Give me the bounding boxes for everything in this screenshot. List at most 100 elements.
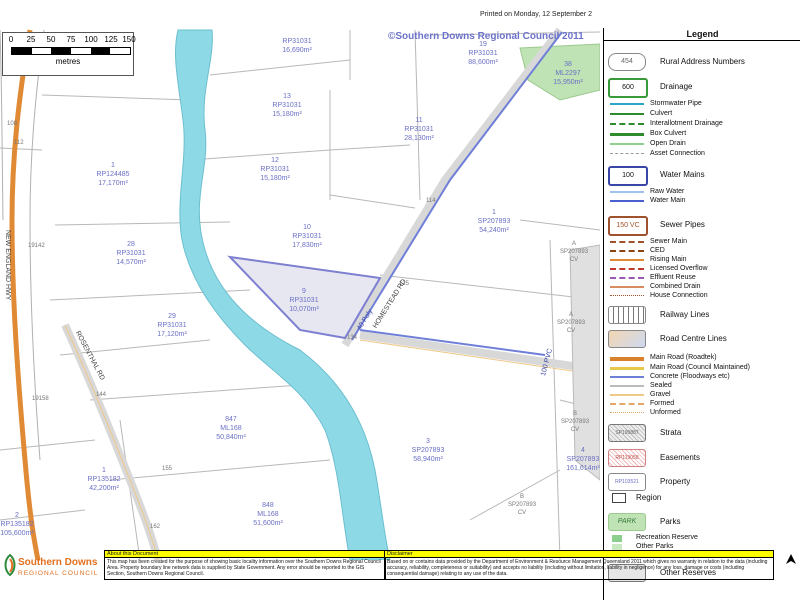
lot-label: 11 RP31031 28,130m² <box>404 117 434 142</box>
legend-heading: Parks <box>660 517 681 526</box>
legend-item: Formed <box>650 400 675 407</box>
legend-item: Main Road (Roadtek) <box>650 354 717 361</box>
about-title: About this Document <box>105 551 385 558</box>
legend-swatch-text: RP103521 <box>615 479 639 485</box>
scale-tick: 125 <box>104 35 118 44</box>
disclaimer-box: Disclaimer Based on or contains data pro… <box>384 550 774 580</box>
lot-label: 38 ML2297 15,950m² <box>553 61 583 86</box>
road-label-new-england-hwy: NEW ENGLAND HWY <box>4 230 11 301</box>
legend-item: Licensed Overflow <box>650 265 708 272</box>
cv-label: B SP207893 CV <box>508 494 537 516</box>
legend-item: Main Road (Council Maintained) <box>650 364 750 371</box>
legend-item: Effluent Reuse <box>650 274 696 281</box>
scale-tick: 25 <box>26 35 36 44</box>
legend-item: CED <box>650 247 665 254</box>
cv-label: A SP207893 CV <box>557 312 586 334</box>
legend-swatch-text: 100 <box>622 172 634 179</box>
legend-heading: Strata <box>660 428 682 437</box>
legend-swatch-text: PARK <box>617 518 637 525</box>
scale-tick: 100 <box>84 35 98 44</box>
legend-item: Stormwater Pipe <box>650 100 702 107</box>
address-number: 112 <box>14 140 24 146</box>
scale-tick: 150 <box>122 35 136 44</box>
logo-subtitle: REGIONAL COUNCIL <box>18 570 99 577</box>
legend-item: Sewer Main <box>650 238 687 245</box>
legend-item: Rising Main <box>650 256 687 263</box>
lot-label: 13 RP31031 15,180m² <box>272 93 302 118</box>
lot-label: 1 SP207893 54,240m² <box>477 209 511 234</box>
lot-label: 1 RP124485 17,170m² <box>96 162 130 187</box>
legend-item: Recreation Reserve <box>636 534 698 541</box>
legend-item: Gravel <box>650 391 671 398</box>
scale-bar: 0 25 50 75 100 125 150 metres <box>2 32 136 76</box>
legend-item: House Connection <box>650 292 708 299</box>
lot-label: 10 RP31031 17,830m² <box>292 224 322 249</box>
disclaimer-title: Disclaimer <box>385 551 773 558</box>
legend-heading: Road Centre Lines <box>660 334 727 343</box>
cv-label: A SP207893 CV <box>560 241 589 263</box>
map-canvas[interactable]: Printed on Monday, 12 September 2 0 25 5… <box>0 0 600 560</box>
council-logo: Southern Downs REGIONAL COUNCIL <box>0 550 102 598</box>
address-number: 155 <box>162 466 173 472</box>
lot-label: RP31031 16,690m² <box>282 38 312 54</box>
lot-label: 12 RP31031 15,180m² <box>260 157 290 182</box>
lot-label: 847 ML168 50,840m² <box>216 416 246 441</box>
legend-item: Water Main <box>650 197 686 204</box>
address-number: 108 <box>7 121 18 127</box>
legend-item: Culvert <box>650 110 673 117</box>
about-box: About this Document This map has been cr… <box>104 550 386 580</box>
scale-tick: 0 <box>8 35 14 44</box>
scale-bar-graphic <box>11 47 131 55</box>
legend-heading: Drainage <box>660 82 693 91</box>
lot-label: 3 SP207893 58,940m² <box>411 438 445 463</box>
scale-tick: 50 <box>46 35 56 44</box>
scale-unit: metres <box>55 57 81 66</box>
legend-item: Sealed <box>650 382 672 389</box>
legend-heading: Water Mains <box>660 170 705 179</box>
lot-label-selected: 9 RP31031 10,070m² <box>289 288 319 313</box>
cv-label: B SP207893 CV <box>561 411 590 433</box>
legend-item: Combined Drain <box>650 283 701 290</box>
legend-item: Box Culvert <box>650 130 687 137</box>
lot-label: 1 RP135182 42,200m² <box>87 467 121 492</box>
about-text: This map has been created for the purpos… <box>107 559 381 577</box>
address-number: 134 <box>347 335 358 341</box>
legend-swatch-text: SP199887 <box>615 430 639 436</box>
legend-heading: Property <box>660 477 691 486</box>
lot-label: 28 RP31031 14,570m² <box>116 241 146 266</box>
council-logo-icon <box>4 554 16 576</box>
legend-swatch-text: 600 <box>622 84 634 91</box>
legend-item: Open Drain <box>650 140 686 147</box>
legend-item: Raw Water <box>650 188 685 195</box>
legend-swatch-text: 150 VC <box>616 222 640 229</box>
lot-label: 29 RP31031 17,120m² <box>157 313 187 338</box>
disclaimer-text: Based on or contains data provided by th… <box>387 559 768 577</box>
scale-tick: 75 <box>66 35 76 44</box>
legend-swatch-text: 454 <box>621 58 633 65</box>
address-number: 162 <box>150 524 161 530</box>
lot-label: 19 RP31031 88,600m² <box>468 41 498 66</box>
lot-label: 4 SP207893 161,614m² <box>566 447 600 472</box>
address-number: 144 <box>96 392 107 398</box>
legend-item: Unformed <box>650 409 681 416</box>
lot-label: 848 ML168 51,600m² <box>253 502 283 527</box>
legend-panel: Legend 454 Rural Address Numbers 600 Dra… <box>603 28 800 600</box>
address-number: 19142 <box>28 243 45 249</box>
legend-heading: Region <box>636 493 662 502</box>
legend-swatch-text: RP119058 <box>615 455 639 461</box>
legend-heading: Railway Lines <box>660 310 710 319</box>
legend-item: Interallotment Drainage <box>650 120 723 127</box>
legend-item: Concrete (Floodways etc) <box>650 373 730 380</box>
legend-title: Legend <box>604 29 800 41</box>
legend-heading: Sewer Pipes <box>660 220 705 229</box>
east-road-line <box>359 331 600 374</box>
legend-heading: Easements <box>660 453 701 462</box>
legend-heading: Rural Address Numbers <box>660 57 745 66</box>
north-arrow-icon <box>786 554 796 564</box>
strata-area <box>569 244 600 481</box>
address-number: 114 <box>426 198 436 204</box>
printed-date: Printed on Monday, 12 September 2 <box>480 11 592 18</box>
lot-label: 2 RP135182 105,600m² <box>0 512 34 537</box>
footer: Southern Downs REGIONAL COUNCIL About th… <box>0 548 800 600</box>
logo-name: Southern Downs <box>18 557 98 568</box>
